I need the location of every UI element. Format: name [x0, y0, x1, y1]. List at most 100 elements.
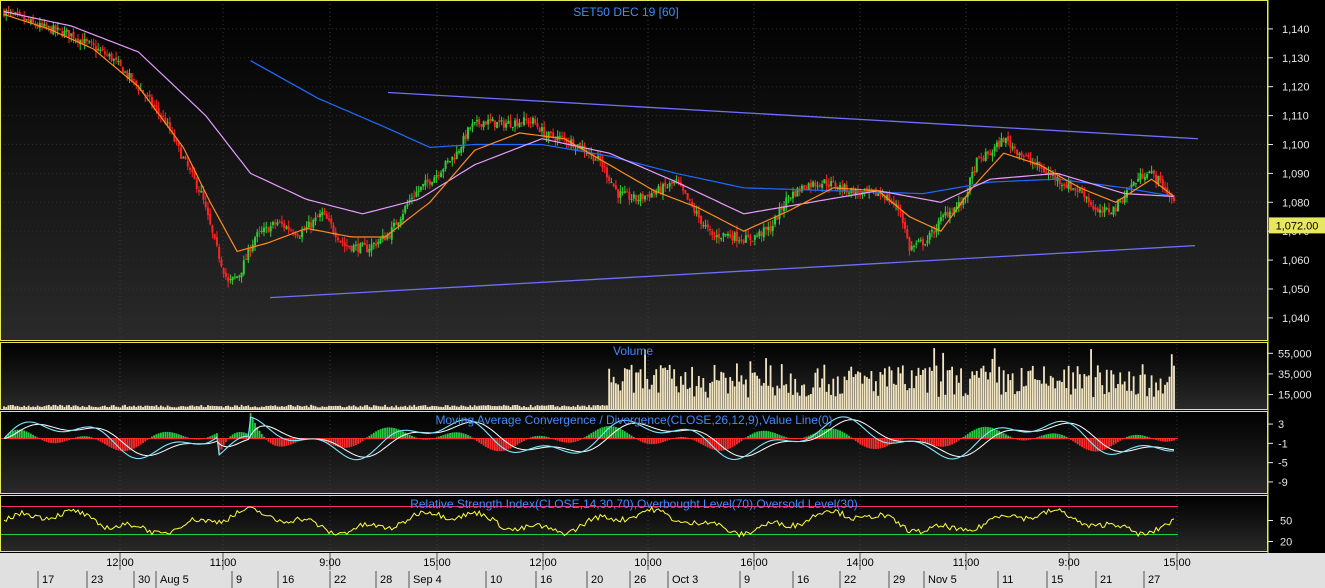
- volume-bar: [1164, 384, 1166, 410]
- candle-body: [323, 211, 326, 214]
- candle-body: [312, 219, 315, 228]
- candle-body: [47, 26, 50, 28]
- candle-body: [236, 276, 239, 278]
- candle-body: [287, 226, 290, 230]
- candle-body: [646, 194, 649, 196]
- candle-body: [731, 235, 734, 241]
- volume-bar: [1146, 396, 1149, 410]
- macd-histogram-bar: [697, 438, 700, 443]
- macd-histogram-bar: [480, 438, 483, 445]
- candle-body: [877, 193, 880, 196]
- candle-body: [991, 152, 994, 156]
- macd-histogram-bar: [142, 438, 144, 444]
- volume-bar: [760, 385, 763, 410]
- macd-histogram-bar: [706, 438, 709, 448]
- candle-body: [585, 153, 588, 155]
- candle-body: [946, 212, 949, 217]
- volume-bar: [758, 378, 761, 410]
- candle-body: [1078, 189, 1081, 191]
- volume-bar: [789, 373, 792, 410]
- time-label: 9:00: [319, 557, 340, 569]
- candle-body: [1143, 176, 1146, 180]
- volume-bar: [1025, 385, 1027, 410]
- volume-bar: [910, 370, 913, 410]
- candle-body: [713, 235, 716, 237]
- candle-body: [498, 120, 501, 123]
- date-label: Oct 3: [672, 574, 698, 586]
- candle-body: [917, 240, 920, 242]
- candle-body: [995, 142, 998, 148]
- candle-body: [256, 232, 259, 237]
- candle-body: [1025, 155, 1028, 157]
- volume-bar: [870, 371, 873, 410]
- volume-bar: [675, 386, 678, 410]
- candle-body: [215, 237, 218, 246]
- macd-histogram-bar: [108, 438, 111, 447]
- date-label: 21: [1100, 574, 1112, 586]
- volume-bar: [1170, 354, 1173, 410]
- candle-body: [749, 236, 752, 241]
- candle-body: [363, 242, 366, 246]
- candle-body: [206, 207, 209, 216]
- volume-bar: [881, 374, 884, 410]
- volume-bar: [1114, 388, 1117, 410]
- date-label: 9: [744, 574, 750, 586]
- candle-body: [124, 71, 127, 73]
- price-tick-label: 1,060: [1282, 255, 1310, 267]
- candle-body: [133, 79, 135, 81]
- candle-body: [233, 276, 236, 278]
- candle-body: [1067, 182, 1070, 190]
- candle-body: [592, 152, 595, 162]
- candle-body: [99, 50, 102, 52]
- candle-body: [155, 104, 158, 108]
- volume-bar: [868, 378, 871, 410]
- candle-body: [352, 245, 355, 252]
- candle-body: [1112, 206, 1115, 215]
- volume-bar: [908, 388, 911, 410]
- volume-bar: [821, 378, 824, 410]
- volume-bar: [702, 378, 705, 410]
- candle-body: [198, 190, 200, 192]
- candle-body: [1018, 153, 1021, 155]
- candle-body: [301, 231, 304, 238]
- candle-body: [16, 11, 19, 14]
- volume-bar: [733, 386, 736, 410]
- volume-bar: [679, 376, 682, 410]
- volume-bar: [1148, 387, 1151, 410]
- candle-body: [1074, 188, 1077, 191]
- volume-bar: [1166, 382, 1169, 410]
- candle-body: [328, 218, 330, 221]
- macd-histogram-bar: [975, 428, 978, 440]
- candle-body: [1152, 170, 1155, 174]
- macd-histogram-bar: [841, 431, 844, 440]
- candle-body: [1002, 138, 1005, 143]
- macd-histogram-bar: [592, 431, 595, 440]
- macd-histogram-bar: [375, 431, 377, 440]
- volume-bar: [850, 366, 853, 410]
- volume-bar: [628, 369, 631, 410]
- volume-bar: [1157, 390, 1160, 410]
- candle-body: [720, 238, 723, 240]
- volume-bar: [700, 387, 702, 410]
- volume-bar: [973, 375, 976, 410]
- date-label: 29: [893, 574, 905, 586]
- date-label: 16: [282, 574, 294, 586]
- volume-bar: [901, 365, 904, 410]
- macd-histogram-bar: [567, 438, 570, 443]
- volume-bar: [917, 367, 920, 410]
- macd-histogram-bar: [289, 438, 292, 445]
- macd-histogram-bar: [935, 438, 938, 447]
- candle-body: [1101, 210, 1104, 213]
- time-label: 12:00: [529, 557, 557, 569]
- volume-bar: [1036, 379, 1039, 410]
- volume-bar: [780, 364, 783, 410]
- volume-bar: [859, 372, 862, 410]
- volume-bar: [863, 375, 866, 410]
- candle-body: [637, 199, 640, 202]
- macd-histogram-bar: [59, 438, 61, 443]
- candle-body: [830, 181, 833, 187]
- macd-histogram-bar: [379, 429, 382, 440]
- macd-histogram-bar: [646, 438, 649, 444]
- macd-histogram-bar: [359, 438, 362, 443]
- macd-histogram-bar: [861, 438, 864, 446]
